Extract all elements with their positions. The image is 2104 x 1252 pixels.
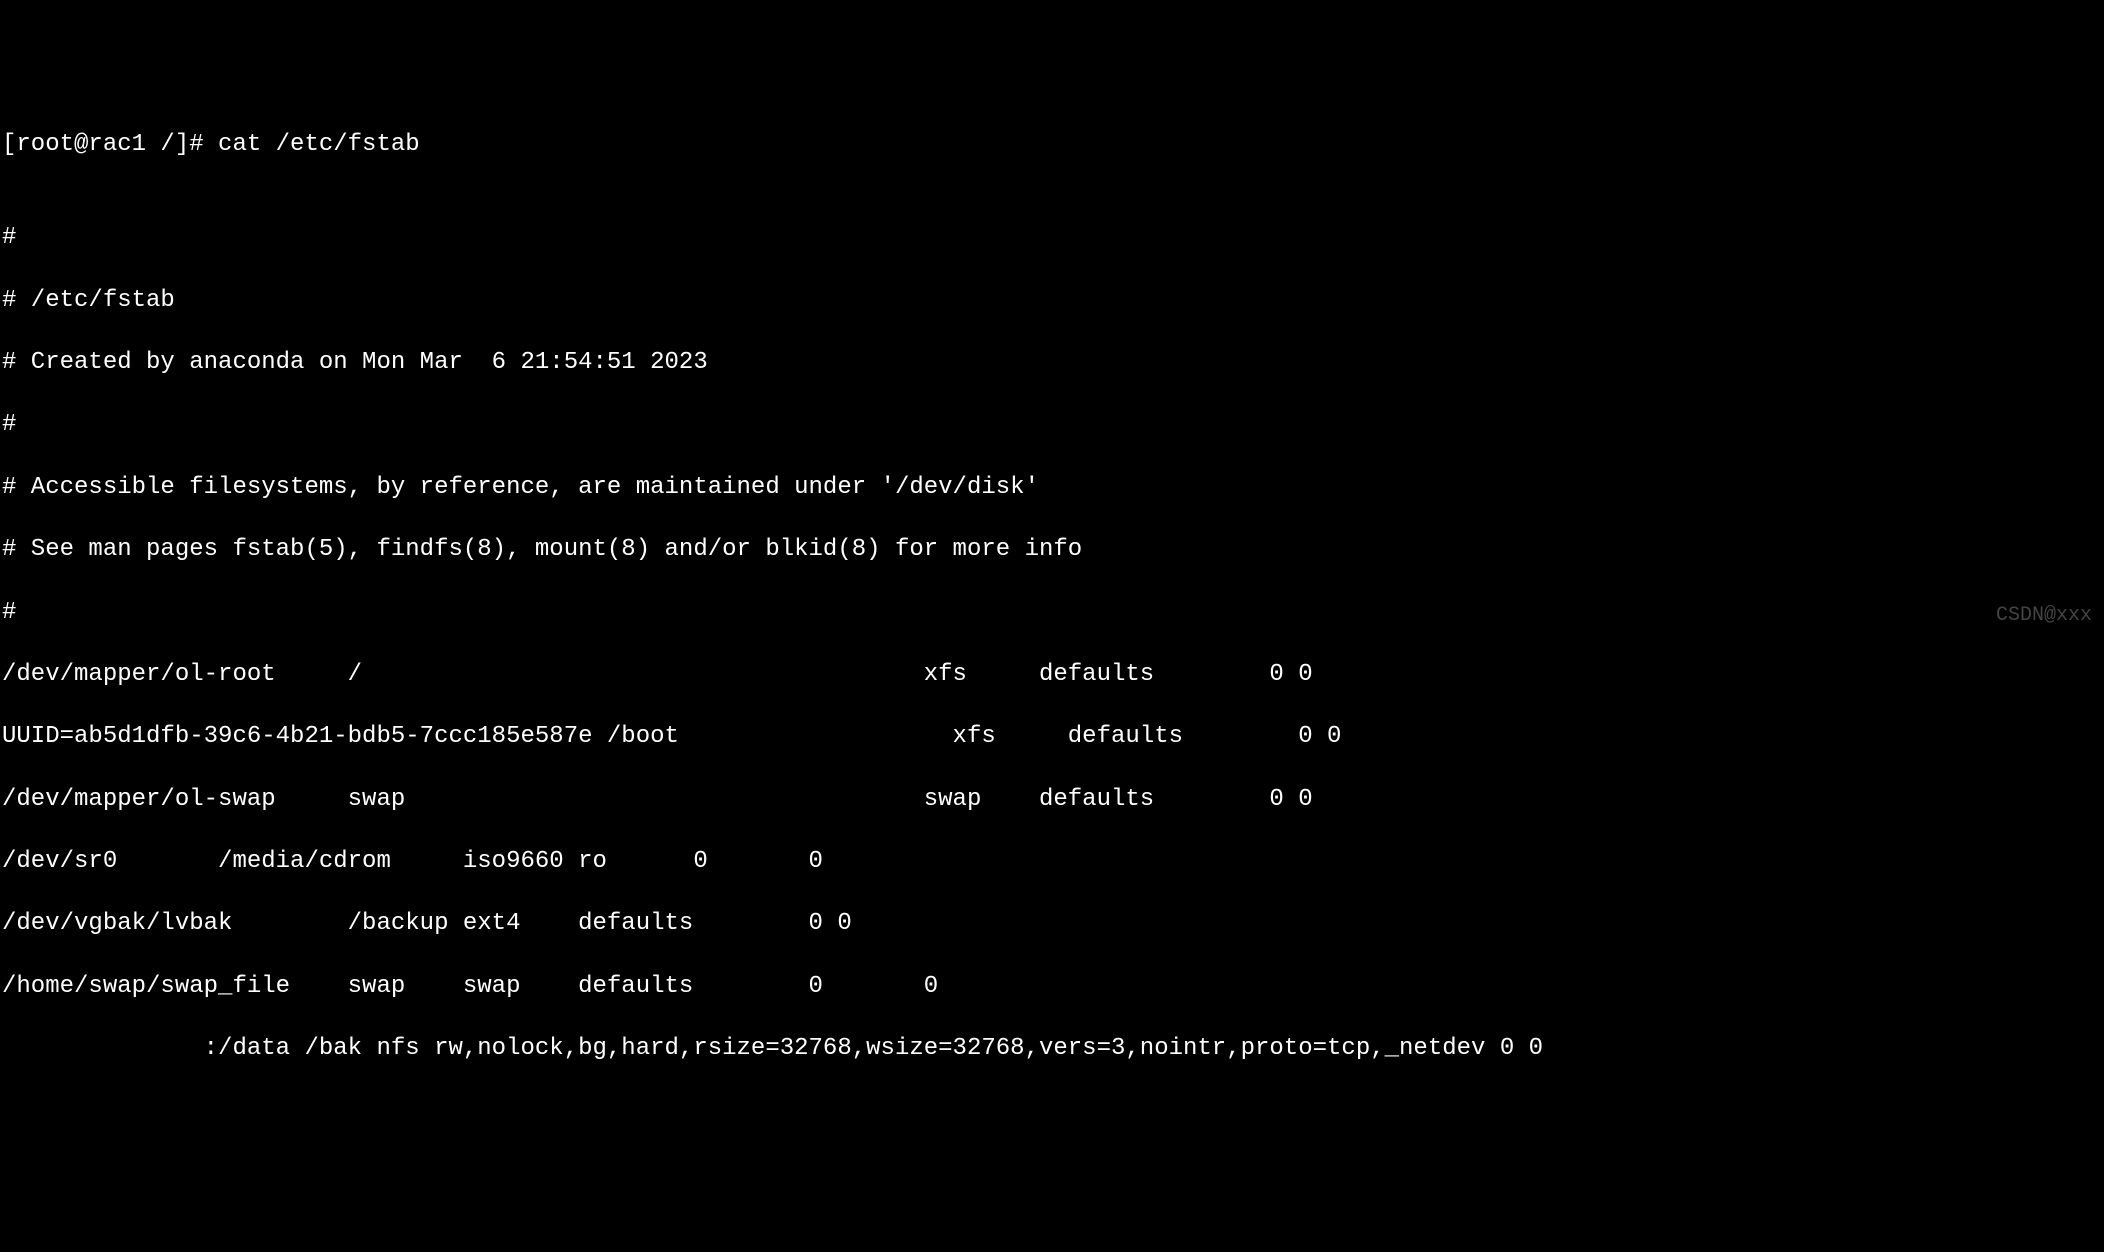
comment-line: # See man pages fstab(5), findfs(8), mou… (2, 534, 2102, 565)
prompt-line: [root@rac1 /]# cat /etc/fstab (2, 129, 2102, 160)
comment-line: # Created by anaconda on Mon Mar 6 21:54… (2, 347, 2102, 378)
fstab-entry: /dev/vgbak/lvbak /backup ext4 defaults 0… (2, 908, 2102, 939)
fstab-entry: /dev/mapper/ol-root / xfs defaults 0 0 (2, 659, 2102, 690)
comment-line: # Accessible filesystems, by reference, … (2, 472, 2102, 503)
fstab-entry: /home/swap/swap_file swap swap defaults … (2, 971, 2102, 1002)
comment-line: # (2, 222, 2102, 253)
comment-line: # /etc/fstab (2, 285, 2102, 316)
watermark: CSDN@xxx (1996, 603, 2092, 629)
fstab-entry: /dev/mapper/ol-swap swap swap defaults 0… (2, 784, 2102, 815)
comment-line: # (2, 409, 2102, 440)
fstab-entry: :/data /bak nfs rw,nolock,bg,hard,rsize=… (2, 1033, 2102, 1064)
fstab-entry: /dev/sr0 /media/cdrom iso9660 ro 0 0 (2, 846, 2102, 877)
fstab-entry: UUID=ab5d1dfb-39c6-4b21-bdb5-7ccc185e587… (2, 721, 2102, 752)
comment-line: # (2, 597, 2102, 628)
